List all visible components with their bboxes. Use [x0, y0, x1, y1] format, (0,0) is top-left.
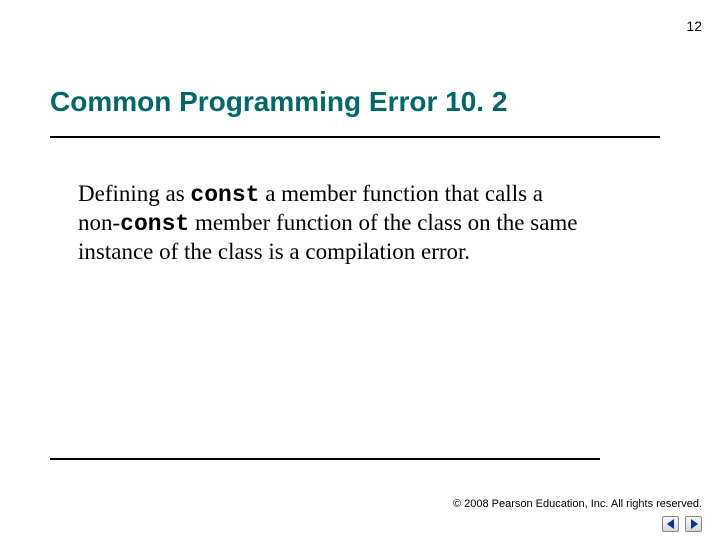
const-keyword-1: const: [190, 182, 259, 208]
body-text-1: Defining as: [78, 181, 190, 206]
heading-underline: [50, 136, 660, 138]
next-button[interactable]: [685, 516, 702, 532]
const-keyword-2: const: [120, 211, 189, 237]
nav-button-group: [662, 516, 702, 532]
copyright-text: © 2008 Pearson Education, Inc. All right…: [453, 498, 702, 510]
body-paragraph: Defining as const a member function that…: [78, 180, 578, 266]
slide-heading: Common Programming Error 10. 2: [50, 86, 507, 118]
bottom-rule: [50, 458, 600, 460]
prev-button[interactable]: [662, 516, 679, 532]
triangle-right-icon: [690, 519, 698, 529]
triangle-left-icon: [667, 519, 675, 529]
page-number: 12: [686, 18, 702, 34]
